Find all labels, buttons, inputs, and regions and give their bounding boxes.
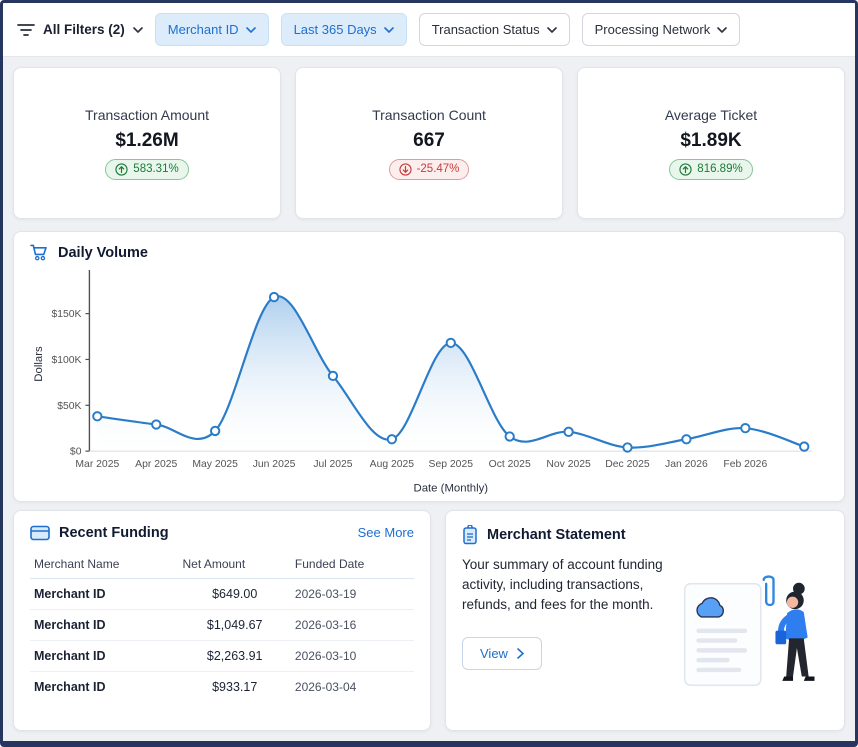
- svg-text:Jan 2026: Jan 2026: [665, 459, 708, 470]
- chip-label: Last 365 Days: [294, 22, 377, 37]
- stat-title: Transaction Count: [372, 107, 486, 123]
- svg-text:$50K: $50K: [57, 401, 81, 412]
- document-clip-icon: [462, 525, 478, 545]
- daily-volume-panel: Daily Volume $0 $50K $100K $150K Mar 2025 Apr…: [13, 231, 845, 502]
- stat-title: Transaction Amount: [85, 107, 209, 123]
- change-value: 816.89%: [697, 163, 742, 175]
- merchant-statement-body: Your summary of account funding activity…: [462, 555, 828, 716]
- svg-text:Apr 2025: Apr 2025: [135, 459, 177, 470]
- stat-value: $1.89K: [680, 130, 741, 152]
- chip-label: Transaction Status: [432, 22, 540, 37]
- table-row: Merchant ID $649.00 2026-03-19: [30, 578, 414, 609]
- merchant-statement-panel: Merchant Statement Your summary of accou…: [445, 510, 845, 731]
- filter-bar: All Filters (2) Merchant ID Last 365 Day…: [3, 3, 855, 57]
- svg-text:Jul 2025: Jul 2025: [313, 459, 352, 470]
- recent-funding-table: Merchant Name Net Amount Funded Date Mer…: [30, 551, 414, 702]
- change-value: -25.47%: [417, 163, 460, 175]
- recent-funding-panel: Recent Funding See More Merchant Name Ne…: [13, 510, 431, 731]
- daily-volume-chart: $0 $50K $100K $150K Mar 2025 Apr 2025 May 2025…: [30, 265, 828, 497]
- daily-volume-header: Daily Volume: [30, 244, 828, 261]
- merchant-statement-text-column: Your summary of account funding activity…: [462, 555, 668, 716]
- statement-person-illustration: [678, 574, 828, 696]
- all-filters-label: All Filters (2): [43, 22, 125, 37]
- funded-date-cell: 2026-03-04: [291, 671, 414, 702]
- change-badge-positive: 583.31%: [105, 159, 188, 180]
- filter-chip-transaction-status[interactable]: Transaction Status: [419, 13, 570, 46]
- svg-text:Dollars: Dollars: [33, 346, 45, 382]
- net-amount-cell: $2,263.91: [178, 640, 290, 671]
- chevron-down-icon: [246, 27, 256, 33]
- svg-text:Dec 2025: Dec 2025: [605, 459, 650, 470]
- table-row: Merchant ID $1,049.67 2026-03-16: [30, 609, 414, 640]
- stat-card-average-ticket: Average Ticket $1.89K 816.89%: [577, 67, 845, 219]
- change-badge-negative: -25.47%: [389, 159, 470, 180]
- stat-cards-row: Transaction Amount $1.26M 583.31% Transa…: [3, 57, 855, 223]
- filter-chip-merchant-id[interactable]: Merchant ID: [155, 13, 269, 46]
- change-badge-positive: 816.89%: [669, 159, 752, 180]
- arrow-up-circle-icon: [115, 163, 128, 176]
- chip-label: Merchant ID: [168, 22, 239, 37]
- chevron-down-icon: [717, 27, 727, 33]
- merchant-statement-header: Merchant Statement: [462, 525, 828, 545]
- filter-chip-processing-network[interactable]: Processing Network: [582, 13, 741, 46]
- filter-icon: [17, 23, 35, 37]
- panel-title: Recent Funding: [59, 525, 169, 541]
- svg-text:$150K: $150K: [51, 309, 81, 320]
- net-amount-cell: $649.00: [178, 578, 290, 609]
- filter-chip-date-range[interactable]: Last 365 Days: [281, 13, 407, 46]
- svg-text:Feb 2026: Feb 2026: [723, 459, 767, 470]
- chevron-down-icon: [384, 27, 394, 33]
- stat-value: 667: [413, 130, 445, 152]
- svg-text:Oct 2025: Oct 2025: [489, 459, 531, 470]
- see-more-link[interactable]: See More: [358, 525, 414, 540]
- stat-card-transaction-count: Transaction Count 667 -25.47%: [295, 67, 563, 219]
- stat-value: $1.26M: [115, 130, 178, 152]
- dashboard-window: All Filters (2) Merchant ID Last 365 Day…: [0, 0, 858, 747]
- chevron-right-icon: [517, 648, 524, 659]
- svg-text:$100K: $100K: [51, 355, 81, 366]
- funded-date-cell: 2026-03-16: [291, 609, 414, 640]
- funded-date-cell: 2026-03-10: [291, 640, 414, 671]
- bottom-row: Recent Funding See More Merchant Name Ne…: [3, 506, 855, 741]
- table-row: Merchant ID $933.17 2026-03-04: [30, 671, 414, 702]
- view-button-label: View: [480, 646, 508, 661]
- all-filters-button[interactable]: All Filters (2): [17, 22, 143, 37]
- svg-text:Nov 2025: Nov 2025: [546, 459, 591, 470]
- merchant-name-cell: Merchant ID: [30, 671, 178, 702]
- svg-text:Date (Monthly): Date (Monthly): [413, 483, 488, 495]
- column-header-net-amount: Net Amount: [178, 551, 290, 579]
- change-value: 583.31%: [133, 163, 178, 175]
- panel-title: Merchant Statement: [487, 527, 626, 543]
- svg-text:Jun 2025: Jun 2025: [253, 459, 296, 470]
- svg-text:Sep 2025: Sep 2025: [429, 459, 474, 470]
- view-statement-button[interactable]: View: [462, 637, 542, 670]
- column-header-funded-date: Funded Date: [291, 551, 414, 579]
- table-row: Merchant ID $2,263.91 2026-03-10: [30, 640, 414, 671]
- funded-date-cell: 2026-03-19: [291, 578, 414, 609]
- chevron-down-icon: [133, 27, 143, 33]
- chip-label: Processing Network: [595, 22, 711, 37]
- merchant-name-cell: Merchant ID: [30, 609, 178, 640]
- merchant-statement-illustration: [676, 555, 828, 716]
- stat-title: Average Ticket: [665, 107, 757, 123]
- chevron-down-icon: [547, 27, 557, 33]
- panel-title: Daily Volume: [58, 245, 148, 261]
- column-header-merchant-name: Merchant Name: [30, 551, 178, 579]
- merchant-statement-description: Your summary of account funding activity…: [462, 555, 668, 616]
- stat-card-transaction-amount: Transaction Amount $1.26M 583.31%: [13, 67, 281, 219]
- recent-funding-header: Recent Funding See More: [30, 525, 414, 541]
- svg-text:Mar 2025: Mar 2025: [75, 459, 119, 470]
- shopping-cart-icon: [30, 244, 49, 261]
- svg-text:Aug 2025: Aug 2025: [370, 459, 415, 470]
- merchant-name-cell: Merchant ID: [30, 640, 178, 671]
- net-amount-cell: $933.17: [178, 671, 290, 702]
- arrow-up-circle-icon: [679, 163, 692, 176]
- net-amount-cell: $1,049.67: [178, 609, 290, 640]
- table-header-row: Merchant Name Net Amount Funded Date: [30, 551, 414, 579]
- credit-card-icon: [30, 525, 50, 541]
- merchant-name-cell: Merchant ID: [30, 578, 178, 609]
- svg-text:$0: $0: [70, 447, 82, 458]
- svg-text:May 2025: May 2025: [192, 459, 238, 470]
- arrow-down-circle-icon: [399, 163, 412, 176]
